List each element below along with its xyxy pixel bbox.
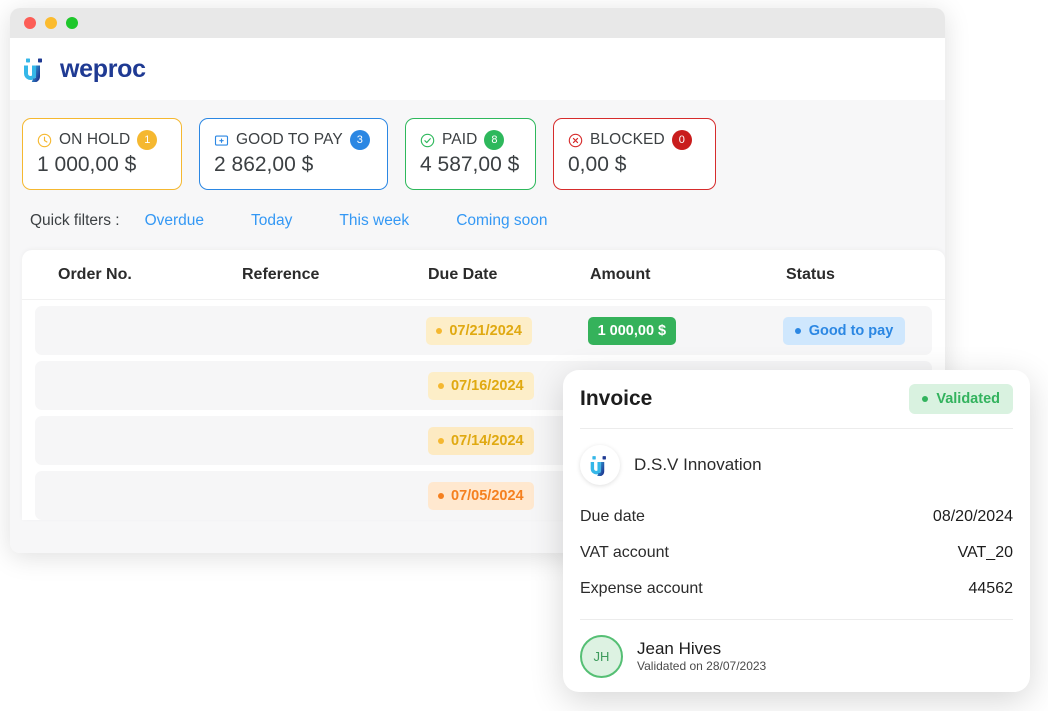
weproc-logo-icon [22,56,48,82]
app-header: weproc [10,38,945,100]
stat-card-on-hold-label: ON HOLD [59,131,130,149]
vendor-row: D.S.V Innovation [580,429,1013,499]
stat-card-good-to-pay[interactable]: GOOD TO PAY 3 2 862,00 $ [199,118,388,190]
due-date-badge: 07/05/2024 [428,482,534,510]
detail-value: 08/20/2024 [933,508,1013,526]
file-plus-icon [214,133,229,148]
validator-row: JH Jean Hives Validated on 28/07/2023 [580,620,1013,678]
detail-value: 44562 [969,580,1014,598]
amount-badge: 1 000,00 $ [588,317,677,345]
avatar [580,445,620,485]
x-circle-icon [568,133,583,148]
quick-filters: Quick filters : Overdue Today This week … [10,190,945,230]
stat-card-blocked-label: BLOCKED [590,131,665,149]
window-minimize-button[interactable] [45,17,57,29]
stat-card-blocked-top: BLOCKED 0 [568,130,701,150]
status-badge: Good to pay [783,317,906,345]
window-maximize-button[interactable] [66,17,78,29]
column-header-reference[interactable]: Reference [242,266,428,284]
stat-cards: ON HOLD 1 1 000,00 $ GOOD TO PAY 3 [10,100,945,190]
window-close-button[interactable] [24,17,36,29]
invoice-status-badge: Validated [909,384,1013,414]
validator-info: Jean Hives Validated on 28/07/2023 [637,638,766,675]
due-date-badge: 07/14/2024 [428,427,534,455]
dot-icon [438,493,444,499]
invoice-detail-panel: Invoice Validated [563,370,1030,692]
invoice-panel-title: Invoice [580,387,652,411]
column-header-order-no[interactable]: Order No. [58,266,242,284]
due-date-value: 07/21/2024 [449,323,522,339]
vendor-name: D.S.V Innovation [634,455,762,475]
column-header-status[interactable]: Status [786,266,936,284]
due-date-value: 07/16/2024 [451,378,524,394]
window-titlebar [10,8,945,38]
quick-filters-label: Quick filters : [30,212,120,230]
stat-card-paid[interactable]: PAID 8 4 587,00 $ [405,118,536,190]
stat-card-good-to-pay-label: GOOD TO PAY [236,131,343,149]
dot-icon [438,438,444,444]
stat-card-good-to-pay-count: 3 [350,130,370,150]
stat-card-paid-label: PAID [442,131,477,149]
due-date-badge: 07/21/2024 [426,317,532,345]
column-header-amount[interactable]: Amount [590,266,786,284]
column-header-due-date[interactable]: Due Date [428,266,590,284]
validator-subtitle: Validated on 28/07/2023 [637,659,766,675]
table-row[interactable]: 07/21/2024 1 000,00 $ Good to pay [35,306,932,355]
due-date-value: 07/05/2024 [451,488,524,504]
quick-filter-today[interactable]: Today [251,212,292,230]
dot-icon [438,383,444,389]
stat-card-good-to-pay-top: GOOD TO PAY 3 [214,130,373,150]
stat-card-blocked-count: 0 [672,130,692,150]
check-circle-icon [420,133,435,148]
dot-icon [795,328,801,334]
stat-card-on-hold-count: 1 [137,130,157,150]
stat-card-on-hold[interactable]: ON HOLD 1 1 000,00 $ [22,118,182,190]
detail-label: Due date [580,508,645,526]
detail-row-vat-account: VAT account VAT_20 [580,535,1013,571]
stat-card-good-to-pay-amount: 2 862,00 $ [214,153,373,177]
stat-card-on-hold-top: ON HOLD 1 [37,130,167,150]
due-date-badge: 07/16/2024 [428,372,534,400]
avatar: JH [580,635,623,678]
quick-filter-overdue[interactable]: Overdue [145,212,204,230]
dot-icon [436,328,442,334]
invoice-status-label: Validated [936,391,1000,407]
detail-label: VAT account [580,544,669,562]
table-header-row: Order No. Reference Due Date Amount Stat… [22,250,945,300]
stat-card-on-hold-amount: 1 000,00 $ [37,153,167,177]
validator-name: Jean Hives [637,638,766,659]
detail-row-expense-account: Expense account 44562 [580,571,1013,607]
detail-row-due-date: Due date 08/20/2024 [580,499,1013,535]
detail-value: VAT_20 [958,544,1013,562]
invoice-panel-header: Invoice Validated [580,370,1013,429]
stat-card-blocked[interactable]: BLOCKED 0 0,00 $ [553,118,716,190]
weproc-logo-icon [589,454,611,476]
stat-card-paid-top: PAID 8 [420,130,521,150]
quick-filter-coming-soon[interactable]: Coming soon [456,212,547,230]
clock-icon [37,133,52,148]
due-date-value: 07/14/2024 [451,433,524,449]
stat-card-paid-count: 8 [484,130,504,150]
quick-filter-this-week[interactable]: This week [339,212,409,230]
brand-name: weproc [60,55,146,84]
stat-card-blocked-amount: 0,00 $ [568,153,701,177]
detail-label: Expense account [580,580,703,598]
stat-card-paid-amount: 4 587,00 $ [420,153,521,177]
dot-icon [922,396,928,402]
status-value: Good to pay [809,323,894,339]
